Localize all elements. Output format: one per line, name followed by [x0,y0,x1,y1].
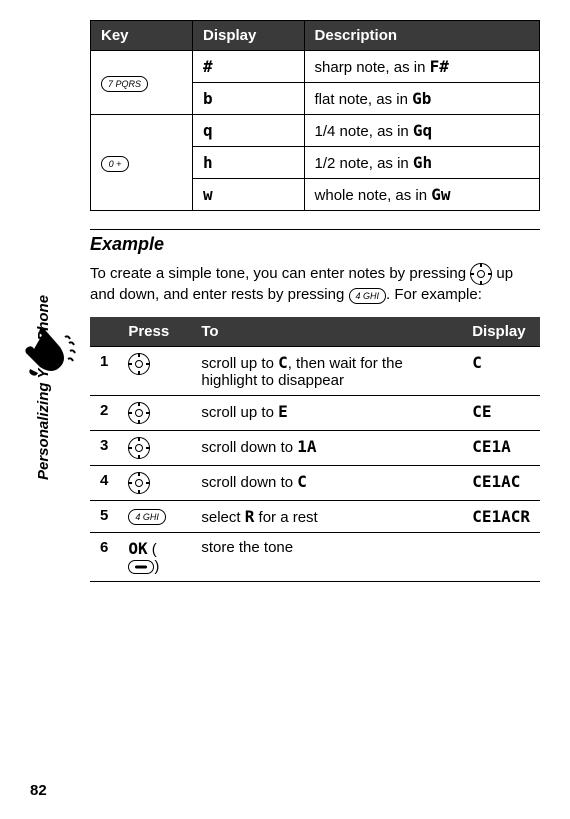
step-1-to-code: C [278,353,288,372]
step-1-num: 1 [90,347,118,396]
step-5-to-code: R [245,507,255,526]
step-2-to-prefix: scroll up to [201,404,278,421]
step-3-to-prefix: scroll down to [201,439,297,456]
key-4-icon: 4 GHI [128,509,166,525]
table-row: 4 scroll down to C CE1AC [90,466,540,501]
display-quarter: q [203,121,213,140]
desc-quarter-code: Gq [413,121,432,140]
desc-flat-text: flat note, as in [315,91,413,108]
table-row: 7 PQRS # sharp note, as in F# [91,51,540,83]
table1-header-key: Key [91,21,193,51]
step-5-display: CE1ACR [472,507,530,526]
key-display-description-table: Key Display Description 7 PQRS # sharp n… [90,20,540,211]
step-2-display: CE [472,402,491,421]
nav-key-icon [128,472,150,494]
step-2-to-code: E [278,402,288,421]
nav-key-icon [128,437,150,459]
step-3-num: 3 [90,431,118,466]
nav-key-icon [128,402,150,424]
table-row: 3 scroll down to 1A CE1A [90,431,540,466]
table2-header-to: To [191,317,462,347]
step-1-display: C [472,353,482,372]
table-row: 0 + q 1/4 note, as in Gq [91,115,540,147]
step-6-num: 6 [90,533,118,582]
desc-whole-code: Gw [431,185,450,204]
step-3-display: CE1A [472,437,511,456]
key-0-icon: 0 + [101,156,129,172]
nav-key-icon [128,353,150,375]
example-paragraph: To create a simple tone, you can enter n… [90,263,540,305]
step-4-to-prefix: scroll down to [201,474,297,491]
step-4-display: CE1AC [472,472,520,491]
step-5-to-prefix: select [201,509,244,526]
desc-whole-text: whole note, as in [315,187,432,204]
section-side-label: Personalizing Your Phone [35,295,52,480]
desc-half-text: 1/2 note, as in [315,155,413,172]
step-5-to-suffix: for a rest [254,509,317,526]
table-row: 2 scroll up to E CE [90,396,540,431]
step-3-to-code: 1A [297,437,316,456]
key-4-icon: 4 GHI [349,288,387,304]
press-to-display-table: Press To Display 1 scroll up to C, then … [90,317,540,582]
step-4-num: 4 [90,466,118,501]
step-1-to-prefix: scroll up to [201,355,278,372]
table1-header-description: Description [304,21,539,51]
display-half: h [203,153,213,172]
step-6-to-prefix: store the tone [201,539,293,556]
step-2-num: 2 [90,396,118,431]
desc-sharp-code: F# [430,57,449,76]
table-row: 5 4 GHI select R for a rest CE1ACR [90,501,540,533]
table2-header-display: Display [462,317,540,347]
example-para-suffix: . For example: [386,286,482,303]
display-flat: b [203,89,213,108]
page-number: 82 [30,782,47,799]
display-sharp: # [203,57,213,76]
desc-flat-code: Gb [412,89,431,108]
step-6-ok-label: OK [128,539,147,558]
table1-header-display: Display [193,21,305,51]
softkey-icon [128,560,154,574]
desc-sharp-text: sharp note, as in [315,59,430,76]
key-7-icon: 7 PQRS [101,76,148,92]
nav-key-icon [470,263,492,285]
table2-header-blank [90,317,118,347]
display-whole: w [203,185,213,204]
example-heading: Example [90,229,540,255]
example-para-prefix: To create a simple tone, you can enter n… [90,265,470,282]
table2-header-press: Press [118,317,191,347]
desc-half-code: Gh [413,153,432,172]
desc-quarter-text: 1/4 note, as in [315,123,413,140]
step-5-num: 5 [90,501,118,533]
table-row: 6 OK () store the tone [90,533,540,582]
step-4-to-code: C [297,472,307,491]
table-row: 1 scroll up to C, then wait for the high… [90,347,540,396]
